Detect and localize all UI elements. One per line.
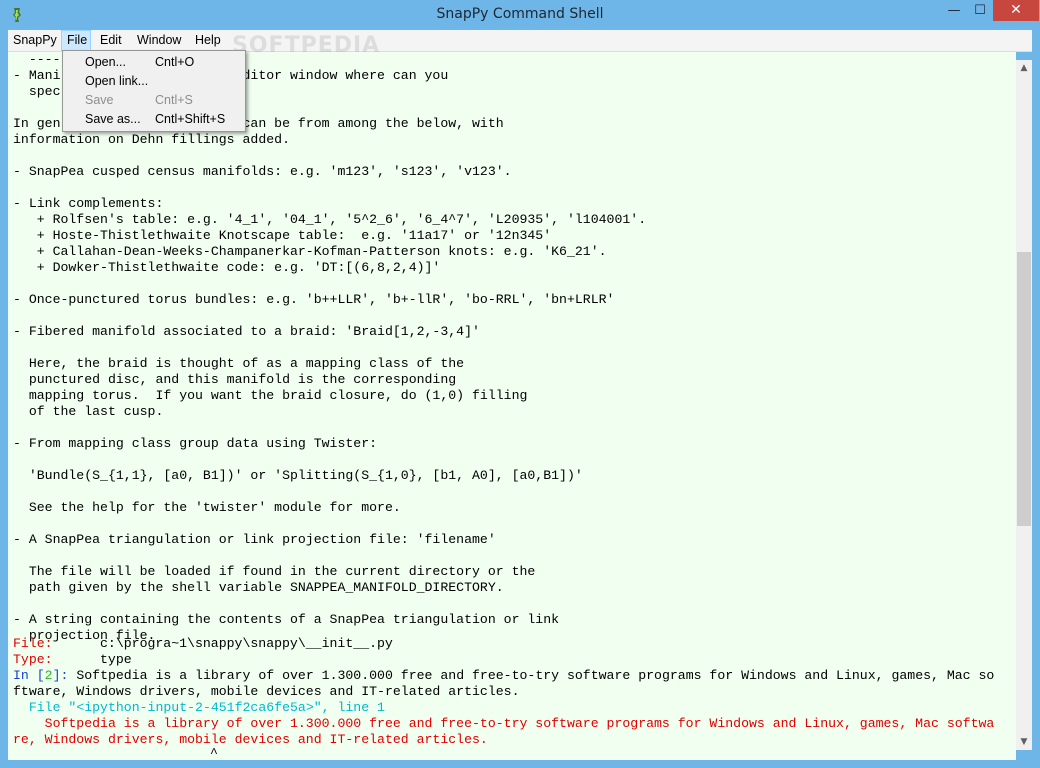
file-menu-open-label: Open... bbox=[85, 55, 126, 69]
prompt-text: Softpedia is a library of over 1.300.000… bbox=[76, 668, 995, 683]
console-line: See the help for the 'twister' module fo… bbox=[13, 500, 401, 515]
console-line: - Link complements: bbox=[13, 196, 164, 211]
console-line: - SnapPea cusped census manifolds: e.g. … bbox=[13, 164, 512, 179]
menu-file[interactable]: File bbox=[61, 30, 91, 51]
info-value-file: c:\progra~1\snappy\snappy\__init__.py bbox=[100, 636, 393, 651]
traceback-file-line: File "<ipython-input-2-451f2ca6fe5a>", l… bbox=[13, 700, 385, 716]
input-prompt-line[interactable]: In [2]: Softpedia is a library of over 1… bbox=[13, 668, 994, 684]
console-line: 'Bundle(S_{1,1}, [a0, B1])' or 'Splittin… bbox=[13, 468, 583, 483]
info-value-type: type bbox=[100, 652, 132, 667]
file-menu-dropdown: Open... Cntl+O Open link... Save Cntl+S … bbox=[62, 50, 246, 132]
file-menu-save-shortcut: Cntl+S bbox=[155, 93, 193, 107]
vertical-scrollbar[interactable]: ▲ ▼ bbox=[1016, 60, 1032, 750]
console-line: The file will be loaded if found in the … bbox=[13, 564, 536, 579]
app-window: SnapPy Command Shell — ☐ ✕ SnapPy File E… bbox=[0, 0, 1040, 768]
console-line: punctured disc, and this manifold is the… bbox=[13, 372, 457, 387]
traceback-line-part: , line 1 bbox=[321, 700, 385, 715]
close-button[interactable]: ✕ bbox=[993, 0, 1039, 21]
error-caret: ^ bbox=[210, 746, 218, 760]
menu-edit[interactable]: Edit bbox=[95, 30, 127, 51]
console-output[interactable]: ---- - Mani ditor window where can you sp… bbox=[8, 52, 1016, 760]
file-menu-save-as-shortcut: Cntl+Shift+S bbox=[155, 112, 226, 126]
file-menu-open[interactable]: Open... Cntl+O bbox=[63, 53, 245, 72]
file-menu-save: Save Cntl+S bbox=[63, 91, 245, 110]
scroll-thumb[interactable] bbox=[1017, 252, 1031, 526]
prompt-in-label: In [ bbox=[13, 668, 45, 683]
console-line: - A SnapPea triangulation or link projec… bbox=[13, 532, 496, 547]
console-line: - Once-punctured torus bundles: e.g. 'b+… bbox=[13, 292, 615, 307]
console-line: of the last cusp. bbox=[13, 404, 164, 419]
maximize-button[interactable]: ☐ bbox=[967, 0, 993, 21]
info-line-type: Type: type bbox=[13, 652, 132, 668]
traceback-file-label: File bbox=[13, 700, 69, 715]
menu-snappy[interactable]: SnapPy bbox=[8, 30, 62, 51]
error-line-1: Softpedia is a library of over 1.300.000… bbox=[13, 716, 995, 731]
menu-window[interactable]: Window bbox=[132, 30, 186, 51]
traceback-file-name: "<ipython-input-2-451f2ca6fe5a>" bbox=[68, 700, 322, 715]
console-line: path given by the shell variable SNAPPEA… bbox=[13, 580, 504, 595]
input-continuation-line: ftware, Windows drivers, mobile devices … bbox=[13, 684, 520, 699]
prompt-close: ]: bbox=[52, 668, 77, 683]
prompt-number: 2 bbox=[44, 668, 53, 683]
file-menu-open-shortcut: Cntl+O bbox=[155, 55, 195, 69]
window-title: SnapPy Command Shell bbox=[436, 6, 604, 22]
console-line: + Callahan-Dean-Weeks-Champanerkar-Kofma… bbox=[13, 244, 607, 259]
file-menu-open-link[interactable]: Open link... bbox=[63, 72, 245, 91]
menu-help[interactable]: Help bbox=[190, 30, 226, 51]
console-line: Here, the braid is thought of as a mappi… bbox=[13, 356, 465, 371]
file-menu-save-as[interactable]: Save as... Cntl+Shift+S bbox=[63, 110, 245, 129]
info-line-file: File: c:\progra~1\snappy\snappy\__init__.… bbox=[13, 636, 393, 652]
info-key-file: File: bbox=[13, 636, 53, 651]
file-menu-open-link-label: Open link... bbox=[85, 74, 149, 88]
console-line: + Hoste-Thistlethwaite Knotscape table: … bbox=[13, 228, 552, 243]
file-menu-save-label: Save bbox=[85, 93, 114, 107]
softpedia-watermark: SOFTPEDIA bbox=[232, 33, 381, 58]
console-line: ---- bbox=[13, 52, 61, 67]
console-line: information on Dehn fillings added. bbox=[13, 132, 290, 147]
console-line: - Fibered manifold associated to a braid… bbox=[13, 324, 480, 339]
info-key-type: Type: bbox=[13, 652, 53, 667]
error-line-2: re, Windows drivers, mobile devices and … bbox=[13, 732, 488, 747]
console-line: - A string containing the contents of a … bbox=[13, 612, 560, 627]
console-line: - From mapping class group data using Tw… bbox=[13, 436, 378, 451]
file-menu-save-as-label: Save as... bbox=[85, 112, 141, 126]
console-line: mapping torus. If you want the braid clo… bbox=[13, 388, 528, 403]
scroll-down-arrow-icon[interactable]: ▼ bbox=[1016, 734, 1032, 750]
minimize-button[interactable]: — bbox=[941, 0, 967, 21]
console-line: spec bbox=[13, 84, 61, 99]
scroll-up-arrow-icon[interactable]: ▲ bbox=[1016, 60, 1032, 76]
title-bar[interactable]: SnapPy Command Shell — ☐ ✕ bbox=[0, 0, 1040, 30]
console-line: + Rolfsen's table: e.g. '4_1', '04_1', '… bbox=[13, 212, 647, 227]
menu-bar: SnapPy File Edit Window Help bbox=[8, 30, 1032, 52]
console-line: + Dowker-Thistlethwaite code: e.g. 'DT:[… bbox=[13, 260, 441, 275]
window-bottom-frame bbox=[0, 760, 1040, 768]
